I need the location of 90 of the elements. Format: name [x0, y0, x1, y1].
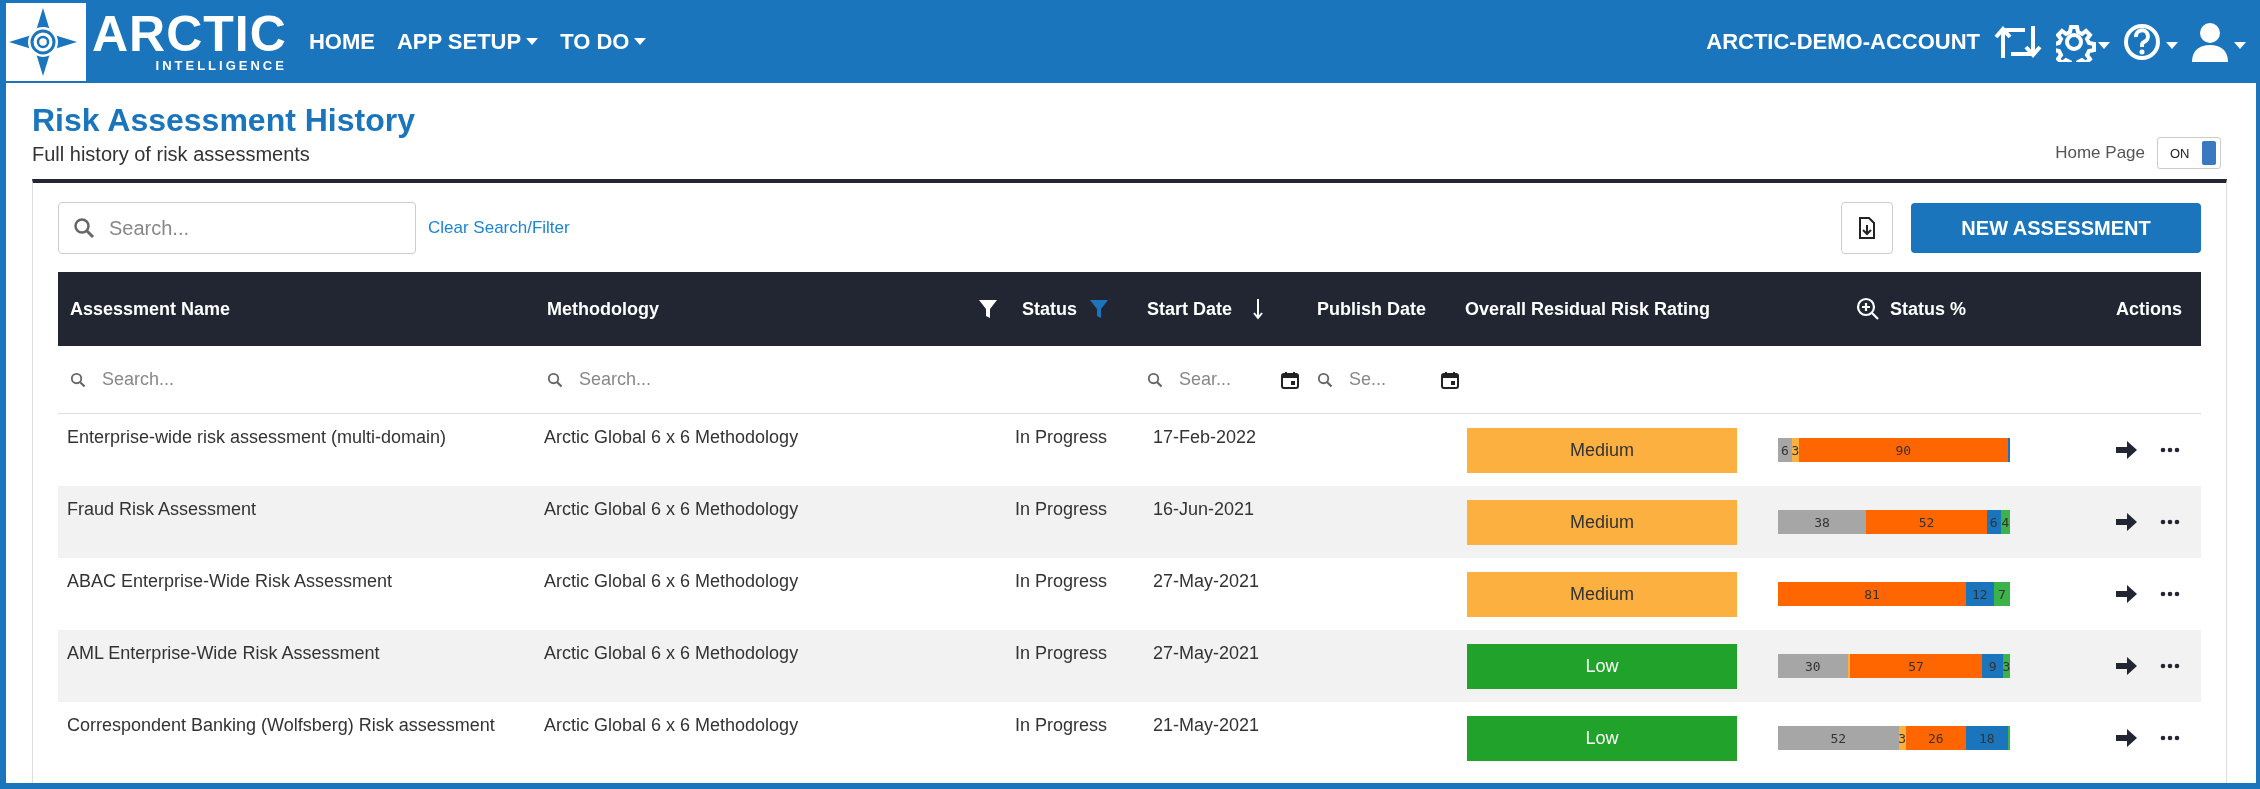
arrow-right-icon[interactable] [2116, 656, 2138, 676]
table-cell-text: In Progress [1014, 570, 1109, 593]
table-cell-text: Correspondent Banking (Wolfsberg) Risk assessment [66, 714, 496, 737]
table-cell-text: AML Enterprise-Wide Risk Assessment [66, 642, 381, 665]
progress-segment: 6 [1778, 438, 1792, 462]
table-cell-text: 27-May-2021 [1152, 570, 1261, 593]
home-page-label: Home Page [2055, 143, 2145, 163]
progress-segment: 81 [1778, 582, 1966, 606]
caret-icon [526, 37, 539, 46]
table-cell-text: In Progress [1014, 714, 1109, 737]
progress-segment: 4 [2000, 510, 2010, 534]
search-icon [547, 371, 563, 388]
nav-link[interactable]: HOME [308, 28, 375, 55]
more-icon[interactable] [2160, 735, 2180, 741]
new-assessment-button[interactable]: NEW ASSESSMENT [1911, 203, 2201, 253]
table-cell-text: ABAC Enterprise-Wide Risk Assessment [66, 570, 394, 593]
nav-link[interactable]: TO DO [560, 28, 647, 55]
search-icon [1317, 371, 1333, 388]
progress-segment: 90 [1798, 438, 2008, 462]
table-cell-text: Arctic Global 6 x 6 Methodology [543, 498, 800, 521]
brand-name: ARCTIC [92, 10, 287, 58]
brand-tagline: INTELLIGENCE [155, 58, 287, 73]
table-cell-text: Arctic Global 6 x 6 Methodology [543, 714, 800, 737]
calendar-icon[interactable] [1441, 370, 1459, 389]
progress-segment: 3 [1791, 438, 1799, 462]
filter-icon[interactable] [978, 299, 998, 319]
column-header[interactable]: Publish Date [1317, 298, 1427, 320]
table-cell-text: 17-Feb-2022 [1152, 426, 1258, 449]
page-subtitle: Full history of risk assessments [32, 143, 311, 166]
search-field[interactable]: Search... [58, 202, 416, 254]
more-icon[interactable] [2160, 591, 2180, 597]
logo-icon[interactable] [6, 3, 86, 81]
column-header[interactable]: Assessment Name [70, 298, 231, 320]
progress-segment: 26 [1905, 726, 1966, 750]
risk-rating-badge: Low [1467, 643, 1737, 689]
sort-arrow-icon[interactable] [1252, 297, 1265, 321]
table-cell-text: Fraud Risk Assessment [66, 498, 258, 521]
table-cell-text: 21-May-2021 [1152, 714, 1261, 737]
table-cell-text: Arctic Global 6 x 6 Methodology [543, 426, 800, 449]
search-icon [70, 371, 86, 388]
arrow-right-icon[interactable] [2116, 512, 2138, 532]
arrow-right-icon[interactable] [2116, 728, 2138, 748]
table-cell-text: In Progress [1014, 498, 1109, 521]
calendar-icon[interactable] [1281, 370, 1299, 389]
table-cell-text: 16-Jun-2021 [1152, 498, 1256, 521]
account-name[interactable]: ARCTIC-DEMO-ACCOUNT [1706, 28, 1980, 55]
search-icon [73, 217, 95, 239]
zoom-in-icon[interactable] [1856, 297, 1880, 321]
progress-segment: 52 [1778, 726, 1899, 750]
column-header[interactable]: Status % [1890, 298, 1966, 320]
progress-segment: 12 [1965, 582, 1994, 606]
column-header[interactable]: Start Date [1147, 298, 1233, 320]
progress-segment: 57 [1849, 654, 1983, 678]
column-header[interactable]: Actions [2116, 298, 2182, 320]
clear-filter-link[interactable]: Clear Search/Filter [428, 218, 570, 238]
file-download-icon [1858, 216, 1876, 240]
arrow-right-icon[interactable] [2116, 440, 2138, 460]
export-button[interactable] [1841, 202, 1893, 254]
risk-rating-badge: Medium [1467, 499, 1737, 545]
risk-rating-badge: Medium [1467, 571, 1737, 617]
swap-arrows-icon[interactable] [1994, 23, 2042, 60]
help-icon[interactable] [2124, 21, 2178, 62]
progress-segment: 52 [1866, 510, 1987, 534]
column-header[interactable]: Status [1022, 298, 1077, 320]
caret-icon [634, 37, 647, 46]
table-cell-text: Arctic Global 6 x 6 Methodology [543, 570, 800, 593]
progress-segment: 3 [2003, 654, 2010, 678]
more-icon[interactable] [2160, 447, 2180, 453]
nav-link[interactable]: APP SETUP [396, 28, 539, 55]
table-cell-text: 27-May-2021 [1152, 642, 1261, 665]
table-cell-text: In Progress [1014, 426, 1109, 449]
progress-segment: 38 [1778, 510, 1867, 534]
column-header[interactable]: Methodology [547, 298, 659, 320]
column-header[interactable]: Overall Residual Risk Rating [1465, 298, 1711, 320]
arrow-right-icon[interactable] [2116, 584, 2138, 604]
home-page-toggle[interactable]: ON [2157, 137, 2221, 169]
progress-segment: 30 [1778, 654, 1848, 678]
table-cell-text: Arctic Global 6 x 6 Methodology [543, 642, 800, 665]
progress-segment: 9 [1982, 654, 2003, 678]
risk-rating-badge: Medium [1467, 427, 1737, 473]
table-cell-text: Enterprise-wide risk assessment (multi-domain) [66, 426, 448, 449]
page-title: Risk Assessment History [32, 101, 415, 140]
progress-segment: 18 [1965, 726, 2008, 750]
table-cell-text: In Progress [1014, 642, 1109, 665]
search-icon [1147, 371, 1163, 388]
risk-rating-badge: Low [1467, 715, 1737, 761]
more-icon[interactable] [2160, 519, 2180, 525]
user-icon[interactable] [2192, 21, 2246, 62]
progress-segment: 3 [1898, 726, 1906, 750]
more-icon[interactable] [2160, 663, 2180, 669]
